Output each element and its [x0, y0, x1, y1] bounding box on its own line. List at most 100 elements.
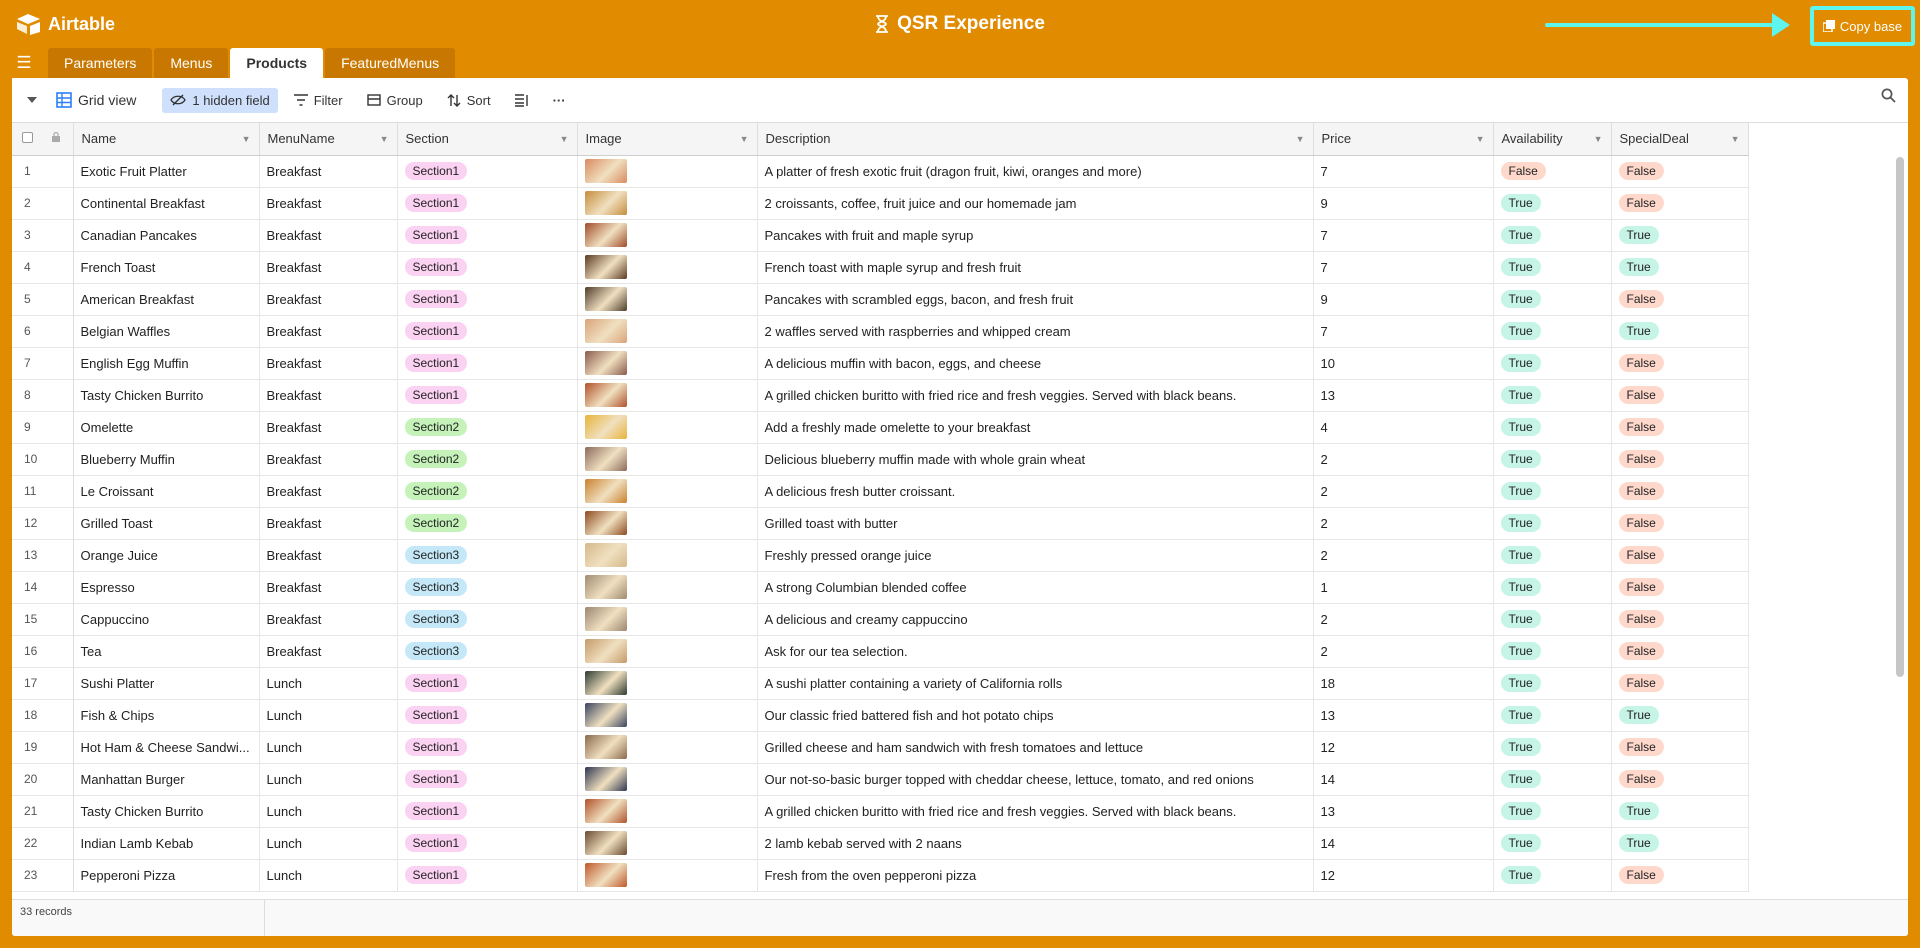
table-row[interactable]: 16 Tea Breakfast Section3 Ask for our tea se…: [12, 635, 1908, 668]
image-thumbnail[interactable]: [584, 351, 627, 375]
image-thumbnail[interactable]: [584, 511, 627, 535]
cell-description[interactable]: A delicious fresh butter croissant.: [757, 475, 1314, 508]
cell-name[interactable]: Tea: [73, 635, 260, 668]
row-expand-cell[interactable]: [48, 763, 74, 796]
row-number[interactable]: 3: [12, 219, 48, 252]
cell-price[interactable]: 9: [1313, 187, 1494, 220]
image-thumbnail[interactable]: [584, 191, 627, 215]
column-header-description[interactable]: Description ▼: [757, 123, 1314, 156]
column-header-name[interactable]: Name ▼: [73, 123, 260, 156]
cell-image[interactable]: [577, 315, 758, 348]
cell-description[interactable]: 2 waffles served with raspberries and wh…: [757, 315, 1314, 348]
hidden-fields-button[interactable]: 1 hidden field: [162, 87, 278, 113]
cell-section[interactable]: Section1: [397, 187, 578, 220]
cell-name[interactable]: English Egg Muffin: [73, 347, 260, 380]
cell-name[interactable]: French Toast: [73, 251, 260, 284]
cell-price[interactable]: 2: [1313, 635, 1494, 668]
cell-availability[interactable]: True: [1493, 859, 1612, 892]
cell-description[interactable]: Our classic fried battered fish and hot …: [757, 699, 1314, 732]
row-expand-cell[interactable]: [48, 411, 74, 444]
cell-price[interactable]: 12: [1313, 859, 1494, 892]
cell-description[interactable]: 2 croissants, coffee, fruit juice and ou…: [757, 187, 1314, 220]
cell-availability[interactable]: True: [1493, 603, 1612, 636]
cell-availability[interactable]: True: [1493, 475, 1612, 508]
cell-price[interactable]: 2: [1313, 475, 1494, 508]
cell-name[interactable]: Pepperoni Pizza: [73, 859, 260, 892]
table-row[interactable]: 19 Hot Ham & Cheese Sandwi... Lunch Section…: [12, 731, 1908, 764]
chevron-down-icon[interactable]: ▼: [740, 134, 749, 144]
cell-availability[interactable]: True: [1493, 251, 1612, 284]
cell-menuname[interactable]: Breakfast: [259, 251, 398, 284]
cell-availability[interactable]: True: [1493, 763, 1612, 796]
cell-menuname[interactable]: Breakfast: [259, 315, 398, 348]
cell-specialdeal[interactable]: True: [1611, 315, 1749, 348]
cell-specialdeal[interactable]: True: [1611, 795, 1749, 828]
cell-price[interactable]: 9: [1313, 283, 1494, 316]
cell-price[interactable]: 13: [1313, 795, 1494, 828]
cell-availability[interactable]: True: [1493, 507, 1612, 540]
cell-description[interactable]: A sushi platter containing a variety of …: [757, 667, 1314, 700]
cell-menuname[interactable]: Breakfast: [259, 187, 398, 220]
table-row[interactable]: 15 Cappuccino Breakfast Section3 A delicious…: [12, 603, 1908, 636]
column-header-availability[interactable]: Availability ▼: [1493, 123, 1612, 156]
cell-name[interactable]: Canadian Pancakes: [73, 219, 260, 252]
row-number[interactable]: 22: [12, 827, 48, 860]
table-row[interactable]: 22 Indian Lamb Kebab Lunch Section1 2 lamb k…: [12, 827, 1908, 860]
cell-name[interactable]: Continental Breakfast: [73, 187, 260, 220]
table-row[interactable]: 23 Pepperoni Pizza Lunch Section1 Fresh from…: [12, 859, 1908, 892]
cell-name[interactable]: Tasty Chicken Burrito: [73, 795, 260, 828]
cell-availability[interactable]: True: [1493, 187, 1612, 220]
cell-section[interactable]: Section2: [397, 475, 578, 508]
cell-availability[interactable]: True: [1493, 443, 1612, 476]
cell-availability[interactable]: True: [1493, 219, 1612, 252]
cell-menuname[interactable]: Lunch: [259, 859, 398, 892]
table-row[interactable]: 5 American Breakfast Breakfast Section1 Panc…: [12, 283, 1908, 316]
row-number[interactable]: 1: [12, 155, 48, 188]
cell-name[interactable]: Exotic Fruit Platter: [73, 155, 260, 188]
cell-description[interactable]: Pancakes with scrambled eggs, bacon, and…: [757, 283, 1314, 316]
cell-section[interactable]: Section1: [397, 219, 578, 252]
cell-description[interactable]: A grilled chicken buritto with fried ric…: [757, 379, 1314, 412]
chevron-down-icon[interactable]: ▼: [380, 134, 389, 144]
row-expand-cell[interactable]: [48, 283, 74, 316]
row-expand-cell[interactable]: [48, 187, 74, 220]
cell-menuname[interactable]: Lunch: [259, 827, 398, 860]
cell-name[interactable]: Grilled Toast: [73, 507, 260, 540]
cell-menuname[interactable]: Breakfast: [259, 443, 398, 476]
row-expand-cell[interactable]: [48, 571, 74, 604]
cell-price[interactable]: 13: [1313, 379, 1494, 412]
row-expand-cell[interactable]: [48, 731, 74, 764]
image-thumbnail[interactable]: [584, 703, 627, 727]
cell-description[interactable]: Pancakes with fruit and maple syrup: [757, 219, 1314, 252]
cell-image[interactable]: [577, 443, 758, 476]
column-header-section[interactable]: Section ▼: [397, 123, 578, 156]
row-expand-cell[interactable]: [48, 475, 74, 508]
image-thumbnail[interactable]: [584, 607, 627, 631]
cell-price[interactable]: 7: [1313, 251, 1494, 284]
row-number[interactable]: 21: [12, 795, 48, 828]
cell-menuname[interactable]: Breakfast: [259, 283, 398, 316]
table-row[interactable]: 13 Orange Juice Breakfast Section3 Freshly p…: [12, 539, 1908, 572]
cell-specialdeal[interactable]: True: [1611, 827, 1749, 860]
cell-availability[interactable]: True: [1493, 347, 1612, 380]
cell-specialdeal[interactable]: True: [1611, 251, 1749, 284]
cell-price[interactable]: 18: [1313, 667, 1494, 700]
hamburger-menu-icon[interactable]: ☰: [0, 48, 48, 78]
cell-specialdeal[interactable]: False: [1611, 603, 1749, 636]
row-number[interactable]: 11: [12, 475, 48, 508]
cell-description[interactable]: Grilled cheese and ham sandwich with fre…: [757, 731, 1314, 764]
table-row[interactable]: 9 Omelette Breakfast Section2 Add a freshly …: [12, 411, 1908, 444]
cell-image[interactable]: [577, 347, 758, 380]
cell-menuname[interactable]: Lunch: [259, 795, 398, 828]
cell-price[interactable]: 2: [1313, 603, 1494, 636]
cell-name[interactable]: Hot Ham & Cheese Sandwi...: [73, 731, 260, 764]
row-number[interactable]: 14: [12, 571, 48, 604]
tab-menus[interactable]: Menus: [154, 48, 229, 78]
chevron-down-icon[interactable]: ▼: [242, 134, 251, 144]
cell-name[interactable]: Espresso: [73, 571, 260, 604]
vertical-scrollbar[interactable]: [1896, 157, 1904, 677]
cell-description[interactable]: A delicious and creamy cappuccino: [757, 603, 1314, 636]
column-header-menuname[interactable]: MenuName ▼: [259, 123, 398, 156]
cell-image[interactable]: [577, 219, 758, 252]
cell-name[interactable]: Indian Lamb Kebab: [73, 827, 260, 860]
